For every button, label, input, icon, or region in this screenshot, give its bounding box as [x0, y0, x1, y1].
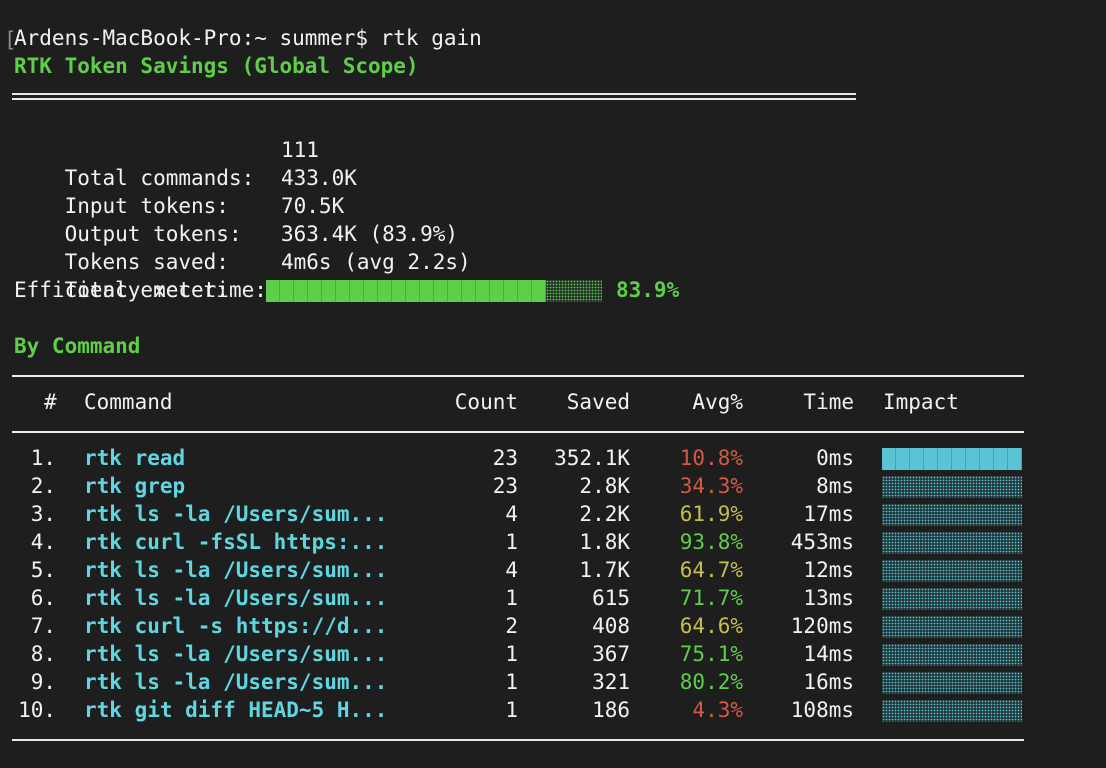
row-impact-bar: [882, 588, 1022, 610]
row-saved: 321: [592, 670, 630, 694]
report-title: RTK Token Savings (Global Scope): [14, 54, 419, 78]
row-time: 12ms: [803, 558, 854, 582]
row-avg-percent: 64.6%: [679, 614, 743, 638]
row-number: 10.: [18, 698, 56, 722]
header-num: #: [44, 390, 57, 414]
row-impact-bar: [882, 644, 1022, 666]
row-impact-bar: [882, 616, 1022, 638]
row-command: rtk ls -la /Users/sum...: [84, 558, 388, 582]
efficiency-label: Efficiency meter:: [14, 278, 229, 302]
row-saved: 367: [592, 642, 630, 666]
row-impact-bar: [882, 476, 1022, 498]
row-avg-percent: 10.8%: [679, 446, 743, 470]
summary-value: 4m6s (avg 2.2s): [281, 250, 471, 274]
row-avg-percent: 80.2%: [679, 670, 743, 694]
row-command: rtk ls -la /Users/sum...: [84, 642, 388, 666]
table-bottom-rule: [12, 739, 1024, 741]
row-number: 1.: [30, 446, 56, 470]
row-number: 3.: [30, 502, 56, 526]
section-title: By Command: [14, 334, 141, 358]
row-count: 1: [505, 642, 518, 666]
row-impact-bar: [882, 700, 1022, 722]
row-number: 4.: [30, 530, 56, 554]
summary-value: 70.5K: [281, 194, 345, 218]
row-avg-percent: 75.1%: [679, 642, 743, 666]
row-count: 4: [505, 502, 518, 526]
row-impact-bar: [882, 448, 1022, 470]
row-time: 17ms: [803, 502, 854, 526]
efficiency-meter-fill: [266, 280, 546, 302]
row-avg-percent: 93.8%: [679, 530, 743, 554]
summary-value: 111: [281, 138, 319, 162]
row-saved: 2.2K: [579, 502, 630, 526]
row-number: 6.: [30, 586, 56, 610]
header-avg: Avg%: [692, 390, 743, 414]
row-time: 108ms: [790, 698, 854, 722]
efficiency-percent: 83.9%: [616, 278, 680, 302]
row-avg-percent: 61.9%: [679, 502, 743, 526]
row-time: 453ms: [790, 530, 854, 554]
header-saved: Saved: [566, 390, 630, 414]
row-time: 16ms: [803, 670, 854, 694]
row-impact-bar: [882, 560, 1022, 582]
row-saved: 2.8K: [579, 474, 630, 498]
header-time: Time: [803, 390, 854, 414]
row-number: 8.: [30, 642, 56, 666]
row-count: 23: [492, 474, 518, 498]
row-time: 8ms: [816, 474, 854, 498]
summary-value: 433.0K: [281, 166, 357, 190]
summary-value: 363.4K (83.9%): [281, 222, 459, 246]
title-double-rule: [12, 93, 856, 100]
row-count: 2: [505, 614, 518, 638]
row-command: rtk read: [84, 446, 186, 470]
row-count: 1: [505, 670, 518, 694]
row-time: 0ms: [816, 446, 854, 470]
row-time: 13ms: [803, 586, 854, 610]
row-command: rtk curl -s https://d...: [84, 614, 388, 638]
row-number: 5.: [30, 558, 56, 582]
row-command: rtk ls -la /Users/sum...: [84, 502, 388, 526]
summary-output-tokens: Output tokens: 70.5K: [14, 192, 345, 246]
summary-tokens-saved: Tokens saved: 363.4K (83.9%): [14, 220, 458, 274]
row-saved: 352.1K: [554, 446, 630, 470]
summary-input-tokens: Input tokens: 433.0K: [14, 164, 357, 218]
row-time: 120ms: [790, 614, 854, 638]
row-impact-bar: [882, 504, 1022, 526]
row-number: 2.: [30, 474, 56, 498]
row-saved: 1.8K: [579, 530, 630, 554]
summary-total-commands: Total commands: 111: [14, 136, 319, 190]
row-saved: 1.7K: [579, 558, 630, 582]
efficiency-meter-empty: [546, 280, 602, 302]
table-top-rule: [12, 375, 1024, 377]
row-avg-percent: 64.7%: [679, 558, 743, 582]
row-avg-percent: 34.3%: [679, 474, 743, 498]
row-avg-percent: 4.3%: [692, 698, 743, 722]
row-command: rtk curl -fsSL https:...: [84, 530, 388, 554]
header-impact: Impact: [883, 390, 959, 414]
row-count: 1: [505, 530, 518, 554]
row-command: rtk git diff HEAD~5 H...: [84, 698, 388, 722]
row-count: 1: [505, 698, 518, 722]
row-number: 9.: [30, 670, 56, 694]
header-count: Count: [454, 390, 518, 414]
row-count: 1: [505, 586, 518, 610]
row-impact-bar: [882, 672, 1022, 694]
row-count: 23: [492, 446, 518, 470]
row-impact-bar: [882, 532, 1022, 554]
row-avg-percent: 71.7%: [679, 586, 743, 610]
row-saved: 408: [592, 614, 630, 638]
summary-exec-time: Total exec time: 4m6s (avg 2.2s): [14, 248, 471, 302]
row-saved: 615: [592, 586, 630, 610]
row-count: 4: [505, 558, 518, 582]
row-command: rtk grep: [84, 474, 186, 498]
command-prompt: Ardens-MacBook-Pro:~ summer$ rtk gain: [14, 26, 482, 50]
header-command: Command: [84, 390, 173, 414]
row-command: rtk ls -la /Users/sum...: [84, 670, 388, 694]
row-number: 7.: [30, 614, 56, 638]
table-header-rule: [12, 431, 1024, 433]
row-saved: 186: [592, 698, 630, 722]
row-command: rtk ls -la /Users/sum...: [84, 586, 388, 610]
row-time: 14ms: [803, 642, 854, 666]
